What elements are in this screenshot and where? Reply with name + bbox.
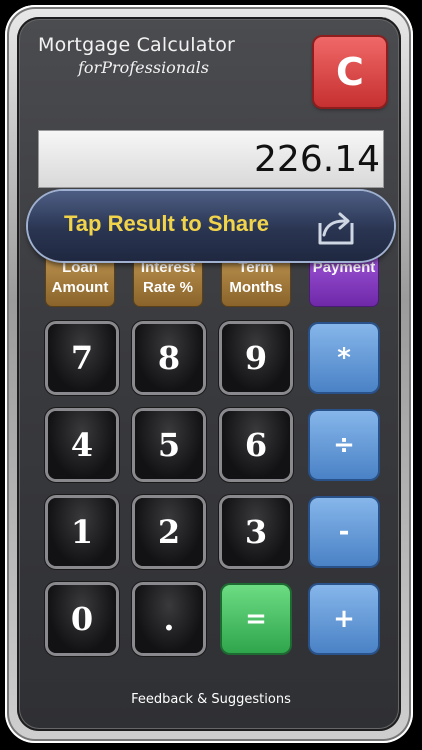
equals-button[interactable]: = [222,585,290,653]
key-1[interactable]: 1 [48,498,116,566]
interest-rate-line2: Rate % [142,279,194,296]
loan-amount-line2: Amount [51,279,109,296]
key-4[interactable]: 4 [48,411,116,479]
loan-amount-line1: Loan [62,259,98,276]
divide-button[interactable]: ÷ [310,411,378,479]
subtract-button[interactable]: - [310,498,378,566]
app-title: Mortgage Calculator forProfessionals [38,34,235,77]
app-title-line1: Mortgage Calculator [38,34,236,56]
clear-button[interactable]: C [314,37,386,107]
key-9[interactable]: 9 [222,324,290,392]
key-7[interactable]: 7 [48,324,116,392]
multiply-button[interactable]: * [310,324,378,392]
feedback-link[interactable]: Feedback & Suggestions [0,692,422,707]
term-months-line1: Term [238,259,274,276]
share-label: Tap Result to Share [64,211,269,236]
key-6[interactable]: 6 [222,411,290,479]
result-display[interactable]: 226.14 [38,130,384,188]
key-2[interactable]: 2 [135,498,203,566]
share-banner[interactable]: Tap Result to Share [28,191,394,261]
add-button[interactable]: + [310,585,378,653]
key-3[interactable]: 3 [222,498,290,566]
payment-label: Payment [312,259,376,276]
decimal-point-button[interactable]: . [135,585,203,653]
interest-rate-line1: Interest [140,259,196,276]
share-icon[interactable] [314,205,358,247]
key-5[interactable]: 5 [135,411,203,479]
key-8[interactable]: 8 [135,324,203,392]
key-0[interactable]: 0 [48,585,116,653]
app-title-line2: forProfessionals [78,58,209,77]
term-months-line2: Months [229,279,283,296]
